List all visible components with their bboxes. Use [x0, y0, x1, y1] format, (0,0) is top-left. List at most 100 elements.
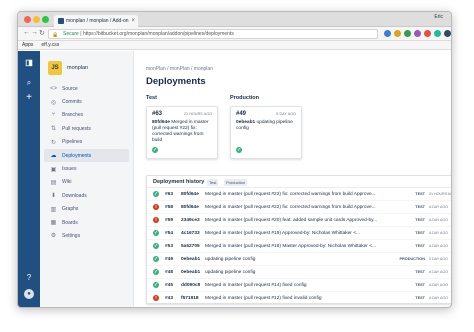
status-cell: ✓ — [153, 230, 159, 236]
sidebar-item-pull-requests[interactable]: ⇅ Pull requests — [44, 122, 129, 135]
project-sidebar: JS monplan <> Source ◎ Commits ⑂ Branches ⇅ Pul… — [40, 51, 134, 307]
filter-test[interactable]: Test — [207, 179, 219, 186]
deployment-number[interactable]: #63 — [165, 188, 173, 201]
extension-icon[interactable] — [444, 30, 451, 37]
bitbucket-logo-icon[interactable]: ◨ — [24, 58, 34, 68]
project-header[interactable]: JS monplan — [48, 61, 88, 75]
sidebar-item-pipelines[interactable]: ↻ Pipelines — [44, 136, 129, 149]
close-tab-icon[interactable]: × — [131, 15, 135, 27]
commit-hash[interactable]: f571918 — [181, 292, 199, 303]
forward-arrow-icon[interactable]: → — [31, 29, 38, 36]
deployment-number[interactable]: #43 — [165, 292, 173, 303]
commit-hash[interactable]: dd090c8 — [181, 279, 200, 292]
sidebar-item-source[interactable]: <> Source — [44, 82, 129, 95]
deployment-number[interactable]: #48 — [165, 266, 173, 279]
filter-production[interactable]: Production — [224, 179, 248, 186]
table-row[interactable]: ! #43 f571918 Merged in master (pull reques… — [147, 292, 451, 303]
deployment-number[interactable]: #45 — [165, 279, 173, 292]
main-content: monPlan / monPlan / monplan Deployments … — [134, 51, 451, 307]
sidebar-item-settings[interactable]: ⚙ Settings — [44, 229, 129, 242]
sidebar-item-issues[interactable]: ▣ Issues — [44, 162, 129, 175]
commit-hash[interactable]: 80fd64e — [181, 201, 199, 214]
history-rows: ✓ #63 80fd64e Merged in master (pull reques… — [147, 188, 451, 303]
wiki-icon: ▤ — [50, 179, 57, 186]
environment-card[interactable]: #63 21 HOURS AGO 80fd64e Merged in maste… — [146, 106, 218, 159]
reload-icon[interactable]: ↻ — [39, 29, 45, 37]
table-row[interactable]: ✓ #63 80fd64e Merged in master (pull reques… — [147, 188, 451, 201]
deployment-number[interactable]: #58 — [165, 201, 173, 214]
bookmark-item[interactable]: Apps — [22, 41, 33, 49]
maximize-window-button[interactable] — [42, 16, 49, 23]
close-window-button[interactable] — [24, 16, 31, 23]
sidebar-item-graphs[interactable]: ▥ Graphs — [44, 203, 129, 216]
sidebar-item-wiki[interactable]: ▤ Wiki — [44, 176, 129, 189]
extension-icon[interactable] — [394, 30, 401, 37]
help-icon[interactable]: ? — [24, 273, 34, 283]
sidebar-item-label: Boards — [62, 219, 78, 226]
search-icon[interactable]: ⌕ — [24, 78, 34, 88]
browser-window: monplan / monplan / Add-on × Eric ← → ↻ … — [17, 11, 452, 308]
deployment-number[interactable]: #53 — [165, 240, 173, 253]
sidebar-item-branches[interactable]: ⑂ Branches — [44, 109, 129, 122]
success-check-icon: ✓ — [152, 147, 158, 153]
commit-hash[interactable]: 0ebeab1 — [181, 266, 200, 279]
deployment-number[interactable]: #49 — [165, 253, 173, 266]
url-field[interactable]: 🔒 Secure | https://bitbucket.org/monplan… — [48, 29, 378, 39]
profile-name[interactable]: Eric — [434, 14, 443, 20]
commit-hash[interactable]: 0ebeab1 — [181, 253, 200, 266]
commit-hash[interactable]: 0ebeab1 — [236, 120, 255, 125]
sidebar-item-label: Graphs — [62, 206, 79, 213]
table-row[interactable]: ! #59 2349ce3 Merged in master (pull reques… — [147, 214, 451, 227]
environment-card[interactable]: #49 5 DAY AGO 0ebeab1 updating pipeline … — [230, 106, 302, 159]
deployment-time: 5 DAY AGO — [429, 257, 448, 261]
commit-hash[interactable]: 4c16733 — [181, 227, 200, 240]
minimize-window-button[interactable] — [33, 16, 40, 23]
sidebar-item-label: Deployments — [62, 152, 92, 159]
commit-hash[interactable]: 2349ce3 — [181, 214, 200, 227]
status-cell: ✓ — [153, 282, 159, 288]
environment-title: Production — [230, 95, 260, 101]
commit-message: Merged in master (pull request #14) fixe… — [205, 283, 307, 288]
commit-message: Merged in master (pull request #20) feat… — [205, 218, 378, 223]
sidebar-item-deployments[interactable]: ☁ Deployments — [44, 148, 129, 163]
environment-label: TEST — [415, 192, 425, 196]
extension-icon[interactable] — [414, 30, 421, 37]
commit-hash[interactable]: 80fd64e — [152, 120, 170, 125]
pull-requests-icon: ⇅ — [50, 126, 57, 133]
table-row[interactable]: ✓ #48 0ebeab1 updating pipeline config TEST A… — [147, 266, 451, 279]
breadcrumb[interactable]: monPlan / monPlan / monplan — [146, 66, 213, 72]
history-header: Deployment history Test Production — [147, 176, 451, 188]
extensions-bar — [384, 30, 451, 37]
sidebar-item-label: Branches — [62, 112, 84, 119]
settings-icon: ⚙ — [50, 233, 57, 240]
user-avatar-icon[interactable]: ● — [24, 289, 34, 299]
sidebar-item-label: Pull requests — [62, 125, 91, 132]
table-row[interactable]: ! #58 80fd64e Merged in master (pull reques… — [147, 201, 451, 214]
commit-message: Merged in master (pull request #18) Mast… — [205, 244, 377, 249]
browser-tab[interactable]: monplan / monplan / Add-on × — [54, 15, 138, 27]
page-title: Deployments — [146, 76, 206, 87]
back-arrow-icon[interactable]: ← — [23, 29, 30, 36]
extension-icon[interactable] — [424, 30, 431, 37]
commit-message: Merged in master (pull request #22) fix:… — [205, 205, 376, 210]
sidebar-item-label: Settings — [62, 232, 81, 239]
extension-icon[interactable] — [434, 30, 441, 37]
table-row[interactable]: ✓ #45 dd090c8 Merged in master (pull reques… — [147, 279, 451, 292]
extension-icon[interactable] — [384, 30, 391, 37]
create-plus-icon[interactable]: + — [24, 93, 34, 103]
commits-icon: ◎ — [50, 99, 57, 106]
sidebar-item-boards[interactable]: ▦ Boards — [44, 216, 129, 229]
failed-icon: ! — [153, 204, 159, 210]
deployment-number[interactable]: #59 — [165, 214, 173, 227]
table-row[interactable]: ✓ #53 5a52705 Merged in master (pull reques… — [147, 240, 451, 253]
extension-icon[interactable] — [404, 30, 411, 37]
deployment-number[interactable]: #54 — [165, 227, 173, 240]
bookmark-item[interactable]: eff.y.css — [41, 41, 59, 49]
sidebar-item-commits[interactable]: ◎ Commits — [44, 95, 129, 108]
sidebar-item-downloads[interactable]: ⬇ Downloads — [44, 189, 129, 202]
deployment-description: 80fd64e Merged in master (pull request #… — [152, 120, 212, 144]
table-row[interactable]: ✓ #49 0ebeab1 updating pipeline config PRODU… — [147, 253, 451, 266]
table-row[interactable]: ✓ #54 4c16733 Merged in master (pull reques… — [147, 227, 451, 240]
commit-hash[interactable]: 5a52705 — [181, 240, 200, 253]
commit-hash[interactable]: 80fd64e — [181, 188, 199, 201]
